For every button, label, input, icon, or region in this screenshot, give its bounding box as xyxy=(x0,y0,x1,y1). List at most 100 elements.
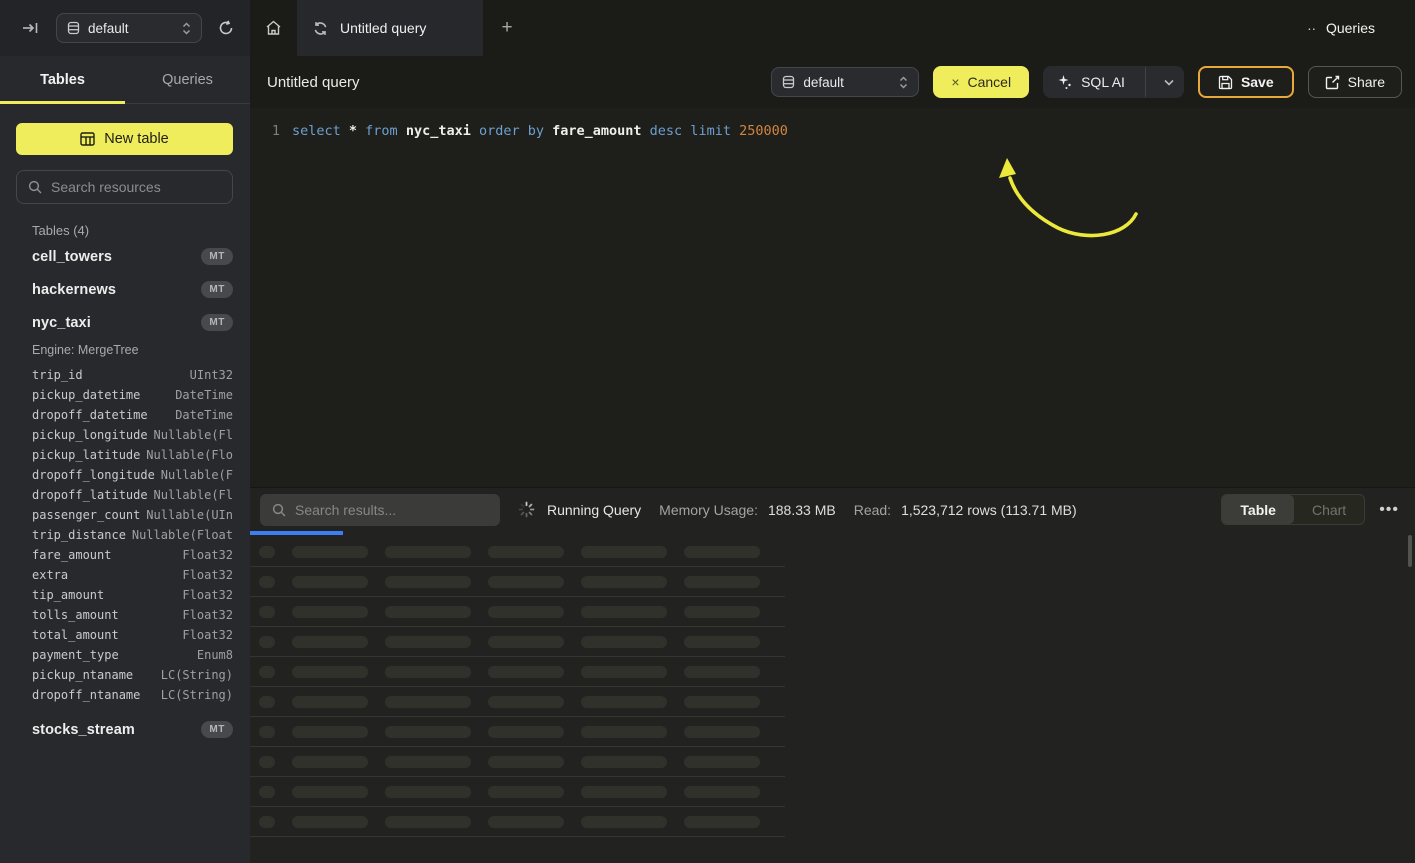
tab-label: Untitled query xyxy=(340,20,426,36)
sql-token-ident: nyc_taxi xyxy=(406,123,479,139)
results-search xyxy=(260,494,500,526)
skeleton-pill xyxy=(292,786,368,798)
results-search-input[interactable] xyxy=(295,502,488,518)
divider xyxy=(1145,67,1146,97)
skeleton-pill xyxy=(684,636,760,648)
editor-database-value: default xyxy=(803,75,891,90)
sql-ai-label: SQL AI xyxy=(1081,74,1125,90)
skeleton-pill xyxy=(385,576,471,588)
skeleton-pill xyxy=(385,636,471,648)
column-name: dropoff_ntaname xyxy=(32,688,140,702)
column-type: Nullable(F xyxy=(155,468,233,482)
column-row: fare_amountFloat32 xyxy=(0,545,250,565)
tab-home[interactable] xyxy=(250,0,297,56)
sidebar-table-hackernews[interactable]: hackernewsMT xyxy=(0,273,250,306)
column-name: tolls_amount xyxy=(32,608,119,622)
view-toggle-chart[interactable]: Chart xyxy=(1294,495,1364,524)
sidebar-search xyxy=(16,170,233,204)
skeleton-pill xyxy=(385,786,471,798)
share-button[interactable]: Share xyxy=(1308,66,1402,98)
save-icon xyxy=(1218,75,1233,90)
column-type: Enum8 xyxy=(119,648,233,662)
line-number: 1 xyxy=(250,120,292,142)
editor-header: Untitled query default × Cancel xyxy=(250,56,1415,108)
column-type: Nullable(Flo xyxy=(140,448,233,462)
new-table-button[interactable]: New table xyxy=(16,123,233,155)
sidebar-search-input[interactable] xyxy=(51,179,221,195)
sql-token-keyword: desc limit xyxy=(650,123,739,139)
skeleton-pill xyxy=(259,546,275,558)
skeleton-pill xyxy=(385,606,471,618)
sidebar-table-cell_towers[interactable]: cell_towersMT xyxy=(0,240,250,273)
skeleton-pill xyxy=(488,756,564,768)
column-row: pickup_datetimeDateTime xyxy=(0,385,250,405)
column-name: passenger_count xyxy=(32,508,140,522)
sql-ai-button[interactable]: SQL AI xyxy=(1043,66,1184,98)
results-scrollbar[interactable] xyxy=(1408,535,1412,567)
sidebar-table-stocks_stream[interactable]: stocks_streamMT xyxy=(0,713,250,746)
skeleton-pill xyxy=(385,696,471,708)
skeleton-pill xyxy=(684,756,760,768)
sidebar-table-nyc_taxi[interactable]: nyc_taxiMT xyxy=(0,306,250,339)
skeleton-pill xyxy=(292,756,368,768)
collapse-sidebar-button[interactable] xyxy=(20,19,42,37)
column-type: UInt32 xyxy=(83,368,233,382)
skeleton-pill xyxy=(292,606,368,618)
engine-badge: MT xyxy=(201,314,233,331)
skeleton-pill xyxy=(581,816,667,828)
skeleton-row xyxy=(250,777,785,807)
skeleton-pill xyxy=(259,606,275,618)
skeleton-pill xyxy=(488,816,564,828)
skeleton-pill xyxy=(581,756,667,768)
skeleton-row xyxy=(250,627,785,657)
sidebar-tab-queries[interactable]: Queries xyxy=(125,56,250,103)
skeleton-pill xyxy=(488,666,564,678)
refresh-button[interactable] xyxy=(216,18,236,38)
skeleton-pill xyxy=(684,546,760,558)
chevron-down-icon[interactable] xyxy=(1154,79,1184,86)
skeleton-pill xyxy=(581,726,667,738)
more-options-button[interactable]: ••• xyxy=(1379,501,1399,519)
column-type: Nullable(UIn xyxy=(140,508,233,522)
sql-code[interactable]: select * from nyc_taxi order by fare_amo… xyxy=(292,120,788,142)
column-type: Float32 xyxy=(119,628,233,642)
topbar-database-selector[interactable]: default xyxy=(56,13,202,43)
column-type: Float32 xyxy=(68,568,233,582)
table-name: hackernews xyxy=(32,282,201,298)
skeleton-pill xyxy=(581,696,667,708)
editor-database-selector[interactable]: default xyxy=(771,67,919,97)
skeleton-pill xyxy=(581,786,667,798)
cancel-button[interactable]: × Cancel xyxy=(933,66,1029,98)
skeleton-pill xyxy=(488,726,564,738)
share-icon xyxy=(1325,75,1340,90)
new-tab-button[interactable]: + xyxy=(483,0,531,56)
column-type: Float32 xyxy=(111,548,233,562)
queries-button[interactable]: ‥ Queries xyxy=(1307,0,1375,56)
skeleton-pill xyxy=(581,666,667,678)
sql-editor[interactable]: 1 select * from nyc_taxi order by fare_a… xyxy=(250,108,1415,487)
column-row: dropoff_ntanameLC(String) xyxy=(0,685,250,705)
column-row: tip_amountFloat32 xyxy=(0,585,250,605)
skeleton-pill xyxy=(684,786,760,798)
sparkles-icon xyxy=(1057,74,1073,90)
skeleton-pill xyxy=(488,576,564,588)
sidebar-tab-tables[interactable]: Tables xyxy=(0,56,125,103)
skeleton-row xyxy=(250,567,785,597)
tab-strip: Untitled query + xyxy=(250,0,531,56)
skeleton-row xyxy=(250,747,785,777)
skeleton-pill xyxy=(488,546,564,558)
cancel-label: Cancel xyxy=(968,74,1012,90)
tables-section-label: Tables (4) xyxy=(32,223,250,238)
results-panel: Running Query Memory Usage: 188.33 MB Re… xyxy=(250,487,1415,863)
skeleton-row xyxy=(250,597,785,627)
column-row: trip_distanceNullable(Float xyxy=(0,525,250,545)
save-button[interactable]: Save xyxy=(1198,66,1294,98)
skeleton-pill xyxy=(488,606,564,618)
view-toggle-table[interactable]: Table xyxy=(1222,495,1294,524)
skeleton-pill xyxy=(385,726,471,738)
skeleton-pill xyxy=(259,756,275,768)
page-title: Untitled query xyxy=(267,74,757,91)
column-type: LC(String) xyxy=(140,688,233,702)
skeleton-pill xyxy=(259,816,275,828)
tab-untitled-query[interactable]: Untitled query xyxy=(297,0,483,56)
